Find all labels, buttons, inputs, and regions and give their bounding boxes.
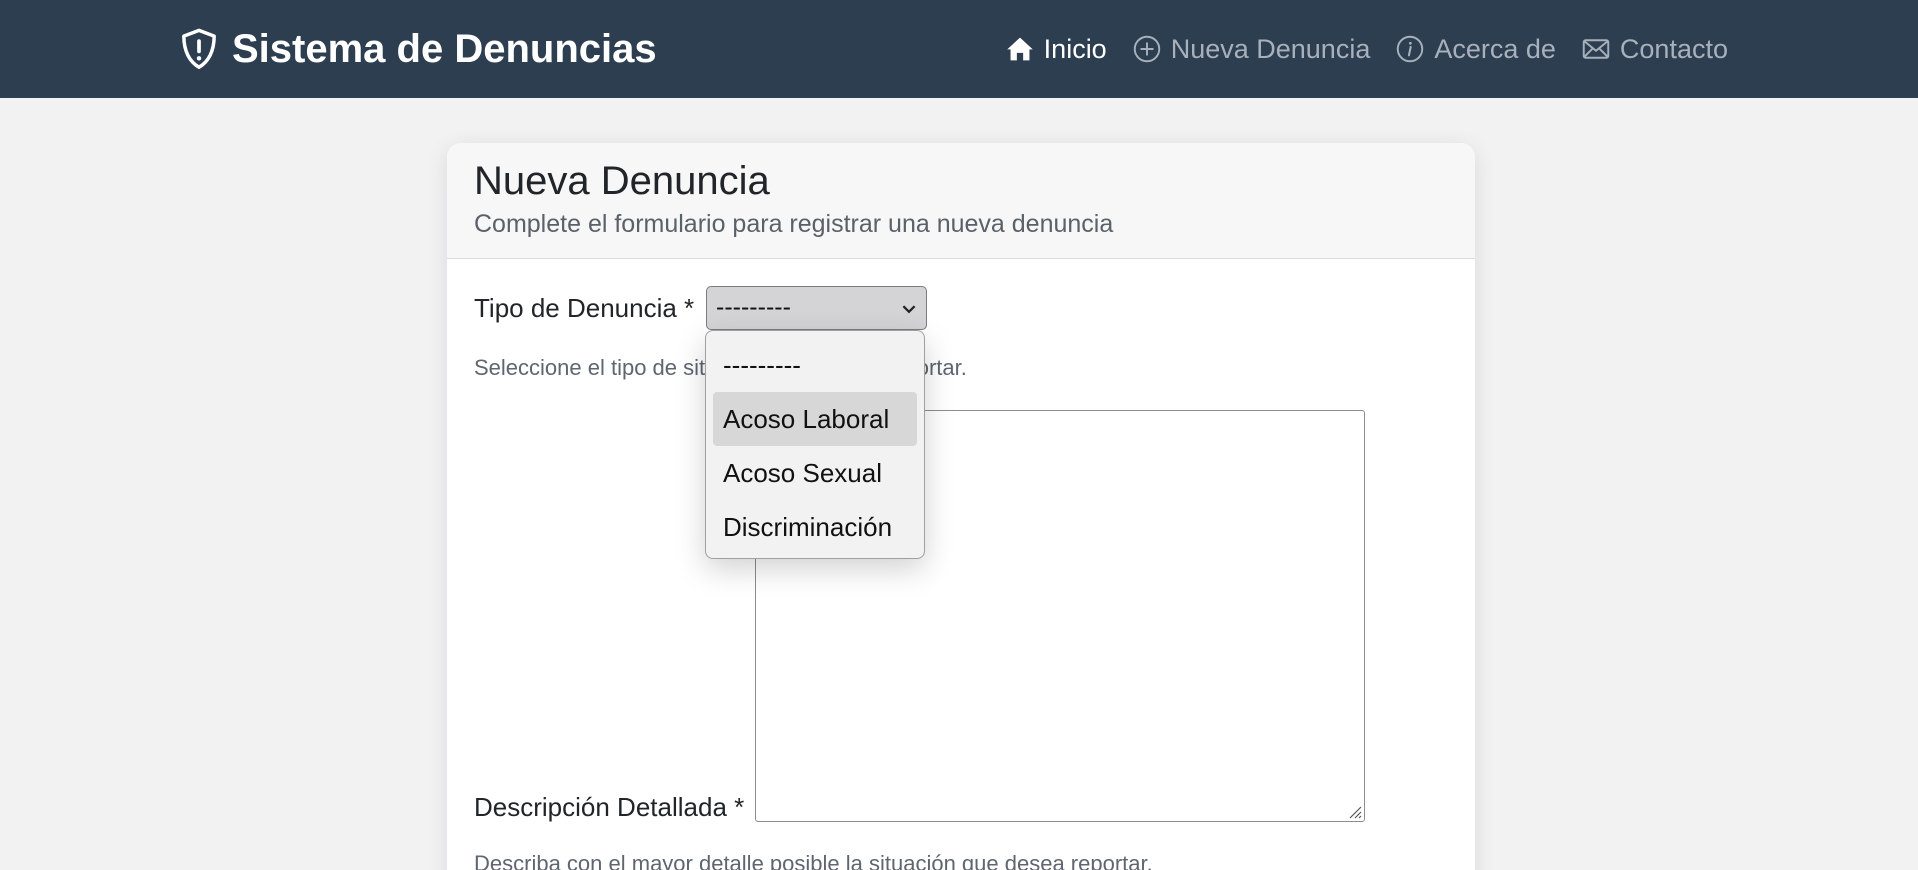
resize-handle-icon[interactable] — [1346, 803, 1362, 819]
nav-item-acerca-de[interactable]: Acerca de — [1396, 34, 1556, 65]
descripcion-help: Describa con el mayor detalle posible la… — [474, 851, 1153, 870]
nav-label-acerca-de: Acerca de — [1434, 33, 1556, 64]
info-circle-icon — [1397, 35, 1424, 63]
nav-item-contacto[interactable]: Contacto — [1582, 34, 1728, 65]
dropdown-option[interactable]: Acoso Sexual — [713, 446, 917, 500]
tipo-denuncia-label: Tipo de Denuncia * — [474, 293, 695, 323]
nav-label-contacto: Contacto — [1619, 33, 1728, 64]
house-icon — [1006, 37, 1033, 61]
nav-item-inicio[interactable]: Inicio — [1006, 34, 1107, 65]
card-header: Nueva Denuncia Complete el formulario pa… — [447, 143, 1475, 259]
nav-item-nueva-denuncia[interactable]: Nueva Denuncia — [1133, 33, 1371, 65]
plus-circle-icon — [1133, 35, 1160, 63]
dropdown-option[interactable]: --------- — [713, 338, 917, 392]
envelope-icon — [1582, 39, 1610, 59]
page-subtitle: Complete el formulario para registrar un… — [474, 210, 1114, 238]
nav-label-inicio: Inicio — [1043, 33, 1107, 64]
dropdown-option[interactable]: Discriminación — [713, 500, 917, 554]
tipo-denuncia-selected-value: --------- — [716, 293, 791, 321]
descripcion-label: Descripción Detallada * — [474, 792, 745, 822]
brand-link[interactable]: Sistema de Denuncias — [180, 0, 657, 98]
tipo-denuncia-select[interactable]: --------- — [706, 286, 927, 330]
dropdown-option-highlighted[interactable]: Acoso Laboral — [713, 392, 917, 446]
page-title: Nueva Denuncia — [474, 159, 770, 203]
main-nav: Inicio Nueva Denuncia Acerca de Contacto — [1006, 0, 1728, 98]
brand-title: Sistema de Denuncias — [232, 26, 657, 71]
navbar: Sistema de Denuncias Inicio Nueva Denunc… — [0, 0, 1918, 98]
nav-label-nueva-denuncia: Nueva Denuncia — [1170, 33, 1371, 64]
shield-exclamation-icon — [182, 28, 216, 69]
chevron-down-icon — [902, 305, 916, 314]
tipo-denuncia-dropdown: --------- Acoso Laboral Acoso Sexual Dis… — [705, 330, 925, 559]
